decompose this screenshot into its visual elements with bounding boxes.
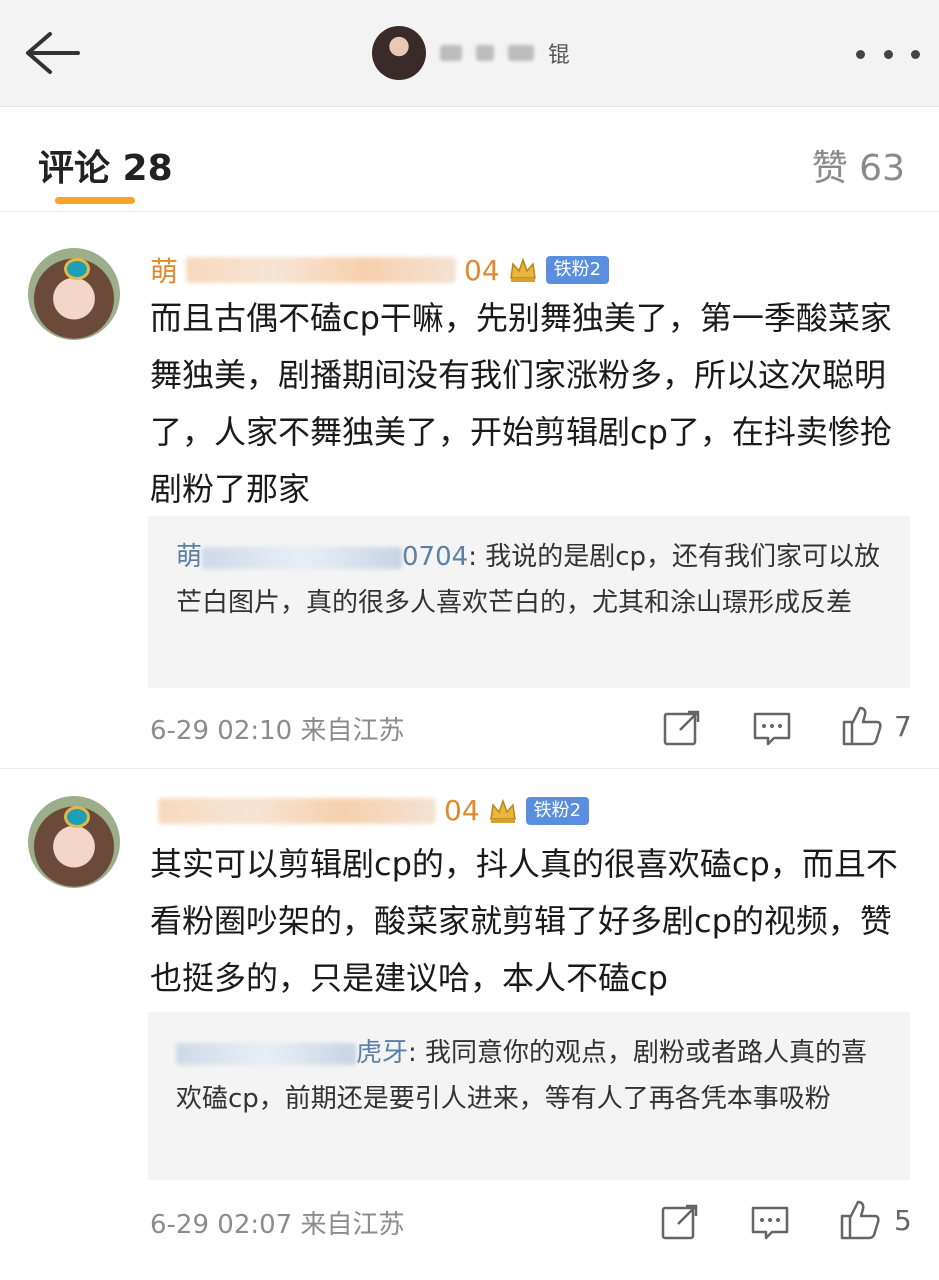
blurred-username xyxy=(186,257,457,283)
blurred-name-part xyxy=(440,45,462,61)
fan-level-badge: 铁粉2 xyxy=(545,256,610,284)
share-icon[interactable] xyxy=(658,1200,702,1244)
crown-icon xyxy=(489,798,516,823)
reply-preview[interactable]: 虎牙: 我同意你的观点，剧粉或者路人真的喜欢磕cp，前期还是要引人进来，等有人了… xyxy=(148,1012,910,1180)
like-count: 7 xyxy=(894,710,912,743)
commenter-name[interactable]: 萌 04 铁粉2 xyxy=(150,250,610,290)
commenter-avatar[interactable] xyxy=(28,796,120,888)
tab-bar: 评论 28 赞 63 xyxy=(0,107,939,212)
header-user-name-char: 锟 xyxy=(548,43,571,68)
crown-icon xyxy=(509,257,536,282)
tab-likes[interactable]: 赞 63 xyxy=(812,139,905,191)
commenter-avatar[interactable] xyxy=(28,248,120,340)
comment-icon[interactable] xyxy=(750,706,794,750)
commenter-name[interactable]: 04 铁粉2 xyxy=(150,794,590,827)
top-bar: 锟 xyxy=(0,0,939,107)
active-tab-indicator xyxy=(55,197,135,204)
arrow-left-icon[interactable] xyxy=(22,30,82,76)
like-count: 5 xyxy=(894,1204,912,1237)
blurred-name-part xyxy=(508,45,534,61)
reply-preview[interactable]: 萌 0704: 我说的是剧cp，还有我们家可以放芒白图片，真的很多人喜欢芒白的，尤… xyxy=(148,516,910,688)
reply-user[interactable]: 萌 0704 xyxy=(176,542,468,572)
comment-divider xyxy=(0,768,939,769)
reply-user[interactable]: 虎牙 xyxy=(176,1038,408,1068)
thumbs-up-icon[interactable] xyxy=(838,1198,882,1242)
share-icon[interactable] xyxy=(660,706,704,750)
header-user-name[interactable]: 锟 xyxy=(440,38,570,68)
comment-text: 其实可以剪辑剧cp的，抖人真的很喜欢磕cp，而且不看粉圈吵架的，酸菜家就剪辑了好… xyxy=(150,845,898,997)
comment-text: 而且古偶不磕cp干嘛，先别舞独美了，第一季酸菜家舞独美，剧播期间没有我们家涨粉多… xyxy=(150,299,892,508)
thumbs-up-icon[interactable] xyxy=(840,704,884,748)
comment-icon[interactable] xyxy=(748,1200,792,1244)
comment-meta: 6-29 02:07 来自江苏 xyxy=(150,1210,405,1240)
more-dots-icon[interactable] xyxy=(856,40,920,68)
comment-meta: 6-29 02:10 来自江苏 xyxy=(150,716,405,746)
blurred-username xyxy=(158,797,436,824)
fan-level-badge: 铁粉2 xyxy=(525,796,590,825)
blurred-name-part xyxy=(476,45,494,61)
tab-comments[interactable]: 评论 28 xyxy=(38,139,173,191)
header-avatar[interactable] xyxy=(372,26,426,80)
